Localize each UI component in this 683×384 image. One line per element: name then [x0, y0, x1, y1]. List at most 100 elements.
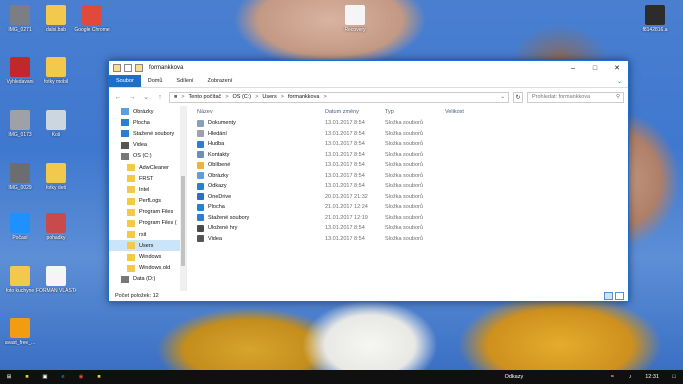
tab-file[interactable]: Soubor [109, 75, 141, 87]
recent-locations-icon[interactable]: ⌄ [141, 93, 151, 101]
desktop-icon[interactable]: IMG_0271 [0, 5, 40, 33]
expand-ribbon-icon[interactable]: ⌄ [617, 75, 628, 87]
nav-item[interactable]: Program Files ( [109, 218, 186, 229]
desktop-icon[interactable]: Recovery [335, 5, 375, 33]
maximize-button[interactable]: □ [584, 61, 606, 75]
desktop-icon[interactable]: IMG_0173 [0, 110, 40, 138]
nav-item[interactable]: Windows.old [109, 263, 186, 274]
nav-item[interactable]: AdwCleaner [109, 162, 186, 173]
notifications-icon[interactable]: □ [665, 370, 683, 384]
desktop-icon[interactable]: pohadky [36, 213, 76, 241]
file-row[interactable]: Obrázky 13.01.2017 8:54 Složka souborů [195, 171, 628, 182]
navigation-scrollbar[interactable] [180, 106, 186, 291]
breadcrumb-users[interactable]: Users [262, 94, 276, 100]
nav-item[interactable]: Videa [109, 140, 186, 151]
nav-item[interactable]: PerfLogs [109, 196, 186, 207]
nav-item[interactable]: OS (C:) [109, 151, 186, 162]
column-size[interactable]: Velikost [445, 109, 505, 115]
file-type: Složka souborů [385, 172, 423, 179]
search-input[interactable]: Prohledat: formankkova ⚲ [527, 91, 624, 103]
nav-item[interactable]: FRST [109, 173, 186, 184]
chrome-taskbar-icon[interactable]: ◉ [72, 370, 90, 384]
file-type: Složka souborů [385, 130, 423, 137]
file-row[interactable]: Hudba 13.01.2017 8:54 Složka souborů [195, 139, 628, 150]
desktop-icon[interactable]: f8142816.a [635, 5, 675, 33]
nav-item[interactable]: Obrázky [109, 106, 186, 117]
desktop-shortcut-icon [345, 5, 365, 25]
file-row[interactable]: Plocha 21.01.2017 12:24 Složka souborů [195, 202, 628, 213]
folder-icon [121, 275, 129, 283]
store-taskbar-icon[interactable]: ▣ [36, 370, 54, 384]
file-row[interactable]: Uložené hry 13.01.2017 8:54 Složka souborů [195, 223, 628, 234]
file-row[interactable]: Hledání 13.01.2017 8:54 Složka souborů [195, 129, 628, 140]
desktop-icon[interactable]: dalsi.bab [36, 5, 76, 33]
start-button[interactable]: ⊞ [0, 370, 18, 384]
desktop-icon-label: FORMAN VLASTA [36, 288, 76, 294]
properties-icon[interactable] [124, 64, 132, 72]
nav-item[interactable]: Users [109, 240, 186, 252]
breadcrumb-drive-c[interactable]: OS (C:) [232, 94, 251, 100]
desktop-icon[interactable]: avast_free_... [0, 318, 40, 346]
file-type: Složka souborů [385, 162, 423, 169]
nav-item[interactable]: Program Files [109, 207, 186, 218]
column-type[interactable]: Typ [385, 109, 445, 115]
desktop-icon[interactable]: fotky deti [36, 163, 76, 191]
breadcrumb-formankkova[interactable]: formankkova [288, 94, 320, 100]
nav-item[interactable]: Plocha [109, 117, 186, 128]
folder-icon [197, 119, 204, 127]
file-row[interactable]: Dokumenty 13.01.2017 8:54 Složka souborů [195, 118, 628, 129]
desktop-icon-label: foto kuchyne [5, 288, 35, 294]
tab-view[interactable]: Zobrazení [201, 75, 240, 87]
column-date[interactable]: Datum změny [325, 109, 385, 115]
volume-icon[interactable]: ♪ [621, 370, 639, 384]
network-icon[interactable]: ≈ [603, 370, 621, 384]
minimize-button[interactable]: – [562, 61, 584, 75]
details-view-icon[interactable] [604, 292, 613, 300]
address-dropdown-icon[interactable]: ⌄ [497, 94, 508, 100]
refresh-icon[interactable]: ↻ [513, 91, 523, 103]
tab-share[interactable]: Sdílení [169, 75, 200, 87]
file-row[interactable]: Oblíbené 13.01.2017 8:54 Složka souborů [195, 160, 628, 171]
nav-item[interactable]: Intel [109, 184, 186, 195]
file-row[interactable]: Kontakty 13.01.2017 8:54 Složka souborů [195, 150, 628, 161]
back-arrow-icon[interactable]: ← [113, 94, 123, 101]
desktop-icon[interactable]: Počasí [0, 213, 40, 241]
nav-item-label: PerfLogs [139, 198, 162, 205]
nav-item[interactable]: Windows [109, 251, 186, 262]
desktop-icon[interactable]: Koš [36, 110, 76, 138]
desktop-icon-label: fotky mobil [44, 79, 68, 85]
folder-icon [197, 172, 204, 180]
file-row[interactable]: OneDrive 20.01.2017 21:32 Složka souborů [195, 192, 628, 203]
desktop-icon[interactable]: IMG_0029 [0, 163, 40, 191]
folder-taskbar-icon[interactable]: ■ [90, 370, 108, 384]
links-toolbar[interactable]: Odkazy [505, 374, 524, 380]
file-row[interactable]: Stažené soubory 21.01.2017 12:19 Složka so… [195, 213, 628, 224]
file-row[interactable]: Videa 13.01.2017 8:54 Složka souborů [195, 234, 628, 245]
file-date: 13.01.2017 8:54 [325, 162, 365, 169]
file-explorer-taskbar-icon[interactable]: ■ [18, 370, 36, 384]
column-name[interactable]: Název [195, 109, 325, 115]
close-button[interactable]: ✕ [606, 61, 628, 75]
up-arrow-icon[interactable]: ↑ [155, 94, 165, 101]
nav-item[interactable]: Stažené soubory [109, 128, 186, 139]
desktop-icon[interactable]: FORMAN VLASTA [36, 266, 76, 294]
desktop-icon[interactable]: Vyhledavani [0, 57, 40, 85]
file-row[interactable]: Odkazy 13.01.2017 8:54 Složka souborů [195, 181, 628, 192]
desktop-icon[interactable]: Google Chrome [72, 5, 112, 33]
clock[interactable]: 12:31 [639, 374, 665, 380]
nav-item[interactable]: rsit [109, 229, 186, 240]
desktop-icon[interactable]: foto kuchyne [0, 266, 40, 294]
desktop-icon[interactable]: fotky mobil [36, 57, 76, 85]
desktop-shortcut-icon [46, 266, 66, 286]
folder-icon [127, 219, 135, 227]
nav-item[interactable]: Data (D:) [109, 274, 186, 285]
address-bar[interactable]: ■ > Tento počítač > OS (C:) > Users > fo… [169, 91, 509, 103]
folder-icon [197, 214, 204, 222]
breadcrumb-this-pc[interactable]: Tento počítač [189, 94, 222, 100]
desktop-icon-label: avast_free_... [4, 340, 36, 346]
large-icons-view-icon[interactable] [615, 292, 624, 300]
edge-taskbar-icon[interactable]: e [54, 370, 72, 384]
tab-home[interactable]: Domů [141, 75, 170, 87]
new-folder-icon[interactable] [135, 64, 143, 72]
forward-arrow-icon[interactable]: → [127, 94, 137, 101]
